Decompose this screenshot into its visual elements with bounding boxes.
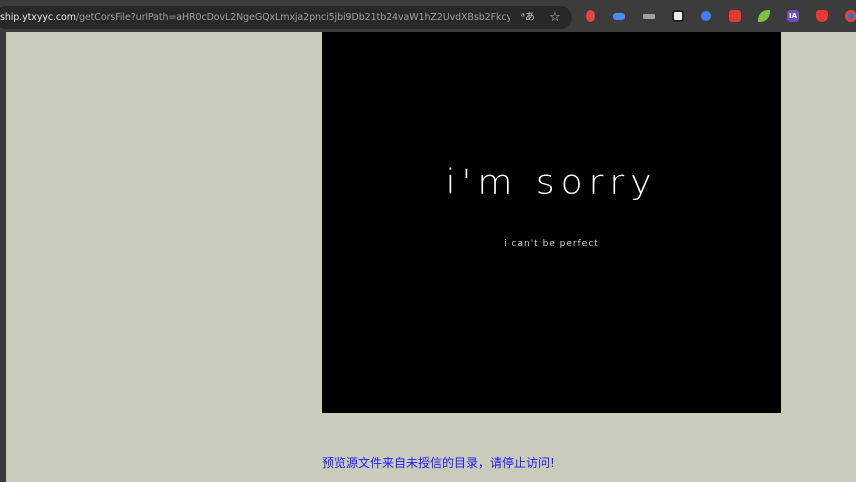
- page-content: i'm sorry i can't be perfect 预览源文件来自未授信的…: [6, 32, 856, 482]
- red-drop-extension-icon[interactable]: [586, 10, 595, 22]
- translate-icon[interactable]: ᵃあ: [520, 10, 536, 25]
- blue-circle-extension-icon[interactable]: [701, 11, 711, 21]
- red-box-extension-icon[interactable]: [729, 10, 741, 22]
- preview-subtitle: i can't be perfect: [504, 239, 599, 249]
- keyboard-extension-icon[interactable]: [643, 14, 655, 19]
- untrusted-source-warning: 预览源文件来自未授信的目录，请停止访问!: [322, 456, 555, 470]
- url-path: /getCorsFile?urlPath=aHR0cDovL2NgeGQxLmx…: [75, 12, 510, 23]
- url-host: ship.ytxyyc.com: [0, 12, 76, 23]
- address-bar[interactable]: ship.ytxyyc.com/getCorsFile?urlPath=aHR0…: [0, 6, 572, 29]
- file-preview-image: i'm sorry i can't be perfect: [322, 32, 781, 413]
- red-shield-extension-icon[interactable]: [816, 10, 828, 22]
- preview-title: i'm sorry: [445, 163, 658, 202]
- ia-extension-icon[interactable]: IA: [787, 10, 799, 22]
- browser-toolbar: ship.ytxyyc.com/getCorsFile?urlPath=aHR0…: [0, 0, 856, 32]
- url-text[interactable]: ship.ytxyyc.com/getCorsFile?urlPath=aHR0…: [0, 10, 510, 25]
- green-leaf-extension-icon[interactable]: [758, 10, 770, 22]
- qr-code-extension-icon[interactable]: [672, 10, 684, 22]
- star-icon[interactable]: ☆: [547, 10, 563, 25]
- chrome-icon[interactable]: [845, 10, 856, 22]
- blue-glasses-extension-icon[interactable]: [613, 13, 625, 20]
